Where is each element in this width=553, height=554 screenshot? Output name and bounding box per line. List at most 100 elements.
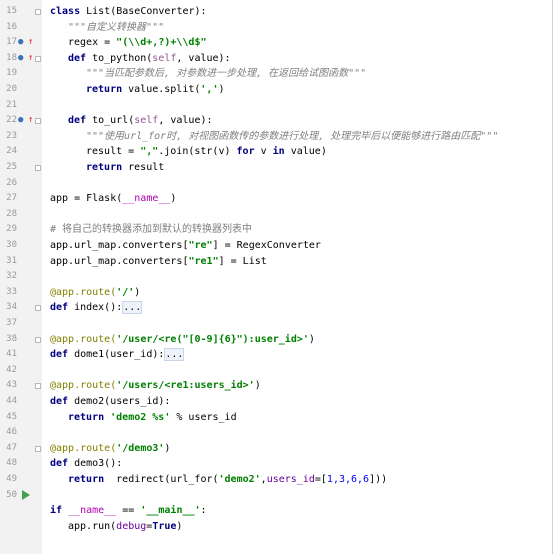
docstring: """当匹配参数后, 对参数进一步处理, 在返回给试图函数""": [86, 68, 367, 80]
keyword: class: [50, 6, 81, 17]
string: "re1": [188, 255, 219, 267]
code-line: app.run(debug=True): [68, 519, 182, 535]
code-text: app.url_map.converters[: [50, 255, 189, 267]
code-text: ): [254, 380, 261, 392]
override-marker-icon[interactable]: ●: [18, 51, 28, 67]
number-literal: 1,3,6,6: [326, 474, 370, 485]
code-line: """使用url_for时, 对视图函数传的参数进行处理, 处理完毕后以便能够进…: [86, 129, 498, 145]
code-line: def to_url(self, value):: [68, 113, 213, 129]
code-line: def to_python(self, value):: [68, 51, 231, 67]
code-line: @app.route('/demo3'): [50, 441, 170, 457]
line-number: 48: [6, 458, 17, 469]
fold-marker-icon[interactable]: [35, 336, 41, 343]
code-text: app.url_map.converters[: [50, 240, 189, 251]
code-editor[interactable]: 15 16 17 ● ↑ 18 ● ↑ 19 20 21 22 ● ↑ 23 2…: [0, 0, 553, 554]
line-number: 49: [6, 474, 17, 484]
code-area[interactable]: class List(BaseConverter): """自定义转换器""" …: [42, 0, 552, 554]
docstring: """自定义转换器""": [68, 21, 165, 33]
override-marker-icon[interactable]: ●: [18, 35, 28, 51]
code-line: def demo2(users_id):: [50, 394, 170, 410]
override-arrow-icon: ↑: [28, 37, 34, 48]
fold-marker-icon[interactable]: [35, 118, 41, 125]
keyword: def: [68, 115, 87, 127]
code-line: @app.route('/user/<re("[0-9]{6}"):user_i…: [50, 332, 315, 348]
string: "re": [188, 240, 213, 251]
code-text: dome1(user_id):: [68, 349, 165, 361]
code-line: def demo3():: [50, 456, 122, 472]
code-line: return 'demo2 %s' % users_id: [68, 410, 237, 426]
string: 'demo2': [218, 474, 261, 485]
line-number: 23: [6, 130, 17, 141]
code-text: redirect(url_for(: [104, 474, 219, 485]
keyword-argument: debug: [116, 520, 147, 532]
line-number: 17: [6, 37, 17, 48]
code-text: index():: [68, 302, 123, 314]
keyword: def: [68, 52, 87, 64]
folded-code-placeholder[interactable]: ...: [164, 348, 185, 362]
line-number: 16: [6, 21, 17, 32]
line-number: 31: [6, 255, 17, 266]
override-marker-icon[interactable]: ●: [18, 113, 28, 129]
fold-marker-icon[interactable]: [35, 305, 41, 312]
keyword: def: [50, 458, 69, 470]
keyword: in: [272, 146, 285, 158]
code-text: ] = List: [218, 255, 267, 267]
keyword: def: [50, 349, 69, 361]
fold-marker-icon[interactable]: [35, 383, 41, 390]
keyword: for: [236, 146, 255, 158]
line-number: 15: [6, 6, 17, 16]
line-number: 20: [6, 84, 17, 94]
code-text: , value):: [176, 52, 231, 64]
code-text: ): [308, 333, 315, 345]
line-number: 28: [6, 208, 17, 219]
string: 'demo2 %s': [104, 411, 171, 423]
code-text: =[: [314, 474, 327, 485]
self-keyword: self: [134, 115, 159, 127]
keyword: if: [50, 505, 63, 517]
code-line: class List(BaseConverter):: [50, 4, 207, 20]
decorator: @app.route(: [50, 333, 117, 345]
fold-marker-icon[interactable]: [35, 165, 41, 171]
decorator: @app.route(: [50, 442, 117, 454]
decorator: @app.route(: [50, 286, 117, 298]
line-number: 50: [6, 489, 17, 500]
line-number: 46: [6, 427, 17, 438]
code-text: result =: [86, 146, 141, 158]
code-line: """当匹配参数后, 对参数进一步处理, 在返回给试图函数""": [86, 66, 366, 82]
code-text: , value):: [158, 115, 213, 127]
code-line: regex = "(\\d+,?)+\\d$": [68, 35, 206, 51]
self-keyword: self: [152, 52, 177, 64]
line-number: 24: [6, 146, 17, 157]
code-line: @app.route('/users/<re1:users_id>'): [50, 378, 261, 394]
folded-code-placeholder[interactable]: ...: [122, 301, 143, 315]
line-number: 41: [6, 349, 17, 360]
fold-marker-icon[interactable]: [35, 445, 41, 452]
code-text: result: [122, 162, 165, 173]
code-line: return result: [86, 160, 164, 176]
dunder-name: __name__: [62, 505, 117, 517]
line-number: 34: [6, 302, 17, 313]
line-number: 44: [6, 396, 17, 406]
code-line: app = Flask(__name__): [50, 191, 176, 207]
code-text: % users_id: [170, 411, 237, 423]
line-number: 19: [6, 68, 17, 79]
editor-gutter[interactable]: 15 16 17 ● ↑ 18 ● ↑ 19 20 21 22 ● ↑ 23 2…: [0, 0, 43, 554]
code-text: ] = RegexConverter: [212, 240, 321, 251]
code-line: def index():...: [50, 300, 143, 316]
code-line: @app.route('/'): [50, 285, 140, 301]
line-number: 43: [6, 380, 17, 391]
keyword: def: [50, 396, 69, 407]
fold-marker-icon[interactable]: [35, 9, 41, 15]
code-text: app.run(: [68, 520, 117, 532]
code-text: ): [164, 442, 171, 454]
dunder-name: __name__: [122, 193, 171, 205]
string: ",": [140, 146, 159, 158]
code-text: to_url(: [86, 115, 135, 127]
code-text: demo2(users_id):: [68, 396, 171, 407]
line-number: 21: [6, 99, 17, 110]
line-number: 32: [6, 271, 17, 282]
fold-marker-icon[interactable]: [35, 55, 41, 62]
run-icon[interactable]: [22, 490, 30, 501]
line-number: 42: [6, 364, 17, 375]
code-text: ): [218, 84, 225, 95]
